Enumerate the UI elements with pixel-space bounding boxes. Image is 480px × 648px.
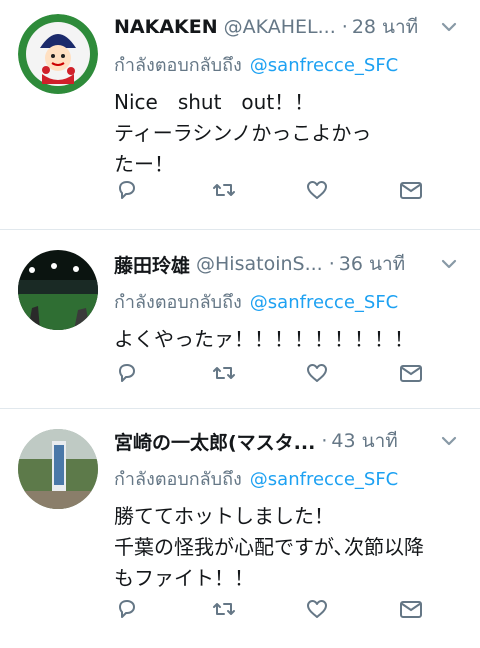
reply-label: กำลังตอบกลับถึง [114, 469, 242, 490]
tweet-actions [114, 360, 422, 386]
separator-dot: · [321, 430, 328, 452]
reply-context: กำลังตอบกลับถึง @sanfrecce_SFC [114, 464, 468, 493]
reply-icon[interactable] [114, 360, 140, 386]
reply-mention-link[interactable]: @sanfrecce_SFC [250, 292, 398, 313]
heart-icon[interactable] [304, 177, 330, 203]
reply-mention-link[interactable]: @sanfrecce_SFC [250, 469, 398, 490]
retweet-icon[interactable] [211, 360, 237, 386]
reply-context: กำลังตอบกลับถึง @sanfrecce_SFC [114, 50, 468, 79]
tweet-actions [114, 177, 422, 203]
user-handle[interactable]: @HisatoinS... [196, 253, 323, 275]
chevron-down-icon[interactable] [438, 16, 460, 38]
retweet-icon[interactable] [211, 596, 237, 622]
user-handle[interactable]: @AKAHEL... [224, 16, 336, 38]
heart-icon[interactable] [304, 596, 330, 622]
avatar[interactable] [18, 250, 98, 330]
display-name[interactable]: 藤田玲雄 [114, 251, 190, 278]
separator-dot: · [328, 253, 335, 275]
tweet-actions [114, 596, 422, 622]
tweet-text: よくやったァ！！！！！！！！！ [114, 327, 414, 351]
envelope-icon[interactable] [398, 177, 424, 203]
reply-icon[interactable] [114, 596, 140, 622]
tweet-item[interactable]: 藤田玲雄 @HisatoinS... · 36 นาที กำลังตอบกลั… [0, 230, 480, 409]
envelope-icon[interactable] [398, 360, 424, 386]
reply-icon[interactable] [114, 177, 140, 203]
envelope-icon[interactable] [398, 596, 424, 622]
tweet-item[interactable]: 宮崎の一太郎(マスタ... · 43 นาที กำลังตอบกลับถึง @… [0, 409, 480, 648]
heart-icon[interactable] [304, 360, 330, 386]
reply-context: กำลังตอบกลับถึง @sanfrecce_SFC [114, 287, 468, 316]
display-name[interactable]: NAKAKEN [114, 16, 218, 38]
tweet-text: 勝ててホットしました！ 千葉の怪我が心配ですが､次節以降 もファイト！！ [114, 504, 424, 590]
tweet-time[interactable]: 43 นาที [331, 426, 397, 456]
reply-label: กำลังตอบกลับถึง [114, 55, 242, 76]
reply-mention-link[interactable]: @sanfrecce_SFC [250, 55, 398, 76]
tweet-time[interactable]: 36 นาที [339, 249, 405, 279]
avatar[interactable] [18, 14, 98, 94]
tweet-item[interactable]: NAKAKEN @AKAHEL... · 28 นาที กำลังตอบกลั… [0, 0, 480, 230]
chevron-down-icon[interactable] [438, 253, 460, 275]
separator-dot: · [341, 16, 348, 38]
avatar[interactable] [18, 429, 98, 509]
reply-label: กำลังตอบกลับถึง [114, 292, 242, 313]
display-name[interactable]: 宮崎の一太郎(マスタ... [114, 428, 315, 455]
chevron-down-icon[interactable] [438, 430, 460, 452]
tweet-time[interactable]: 28 นาที [352, 12, 418, 42]
retweet-icon[interactable] [211, 177, 237, 203]
tweet-text: Nice shut out！！ ティーラシンノかっこよかっ たー！ [114, 90, 372, 176]
